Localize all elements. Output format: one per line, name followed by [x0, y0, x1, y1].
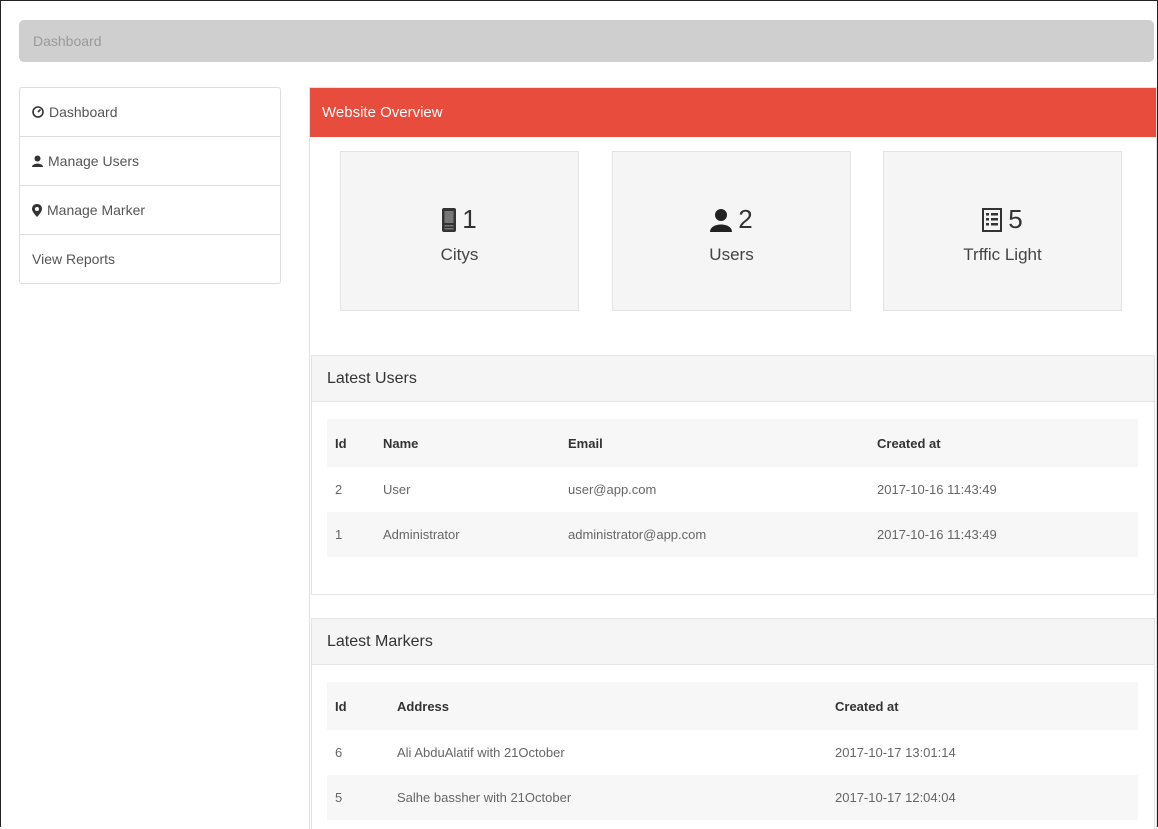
latest-users-panel: Latest Users Id Name Email Created at 2 … [311, 355, 1155, 595]
user-icon [710, 208, 733, 232]
user-icon [32, 155, 43, 167]
sidebar-item-label: Manage Marker [47, 202, 146, 218]
column-header: Name [382, 419, 567, 467]
table-header-row: Id Name Email Created at [327, 419, 1138, 467]
table-cell: 2 [335, 482, 343, 497]
table-cell: 1 [327, 512, 382, 557]
table-cell: 6 [335, 745, 343, 760]
table-cell: administrator@app.com [567, 512, 876, 557]
latest-markers-title: Latest Markers [312, 619, 1154, 665]
table-cell: user@app.com [568, 482, 657, 497]
sidebar: Dashboard Manage Users Manage Marker Vie… [19, 87, 281, 284]
column-header: Email [567, 419, 876, 467]
table-cell: 2017-10-17 13:01:14 [835, 745, 956, 760]
sidebar-item-manage-users[interactable]: Manage Users [20, 137, 280, 186]
stat-value: 2 [738, 204, 753, 234]
stat-card-citys: 1 Citys [340, 151, 579, 311]
table-cell: Salhe bassher with 21October [396, 775, 834, 820]
table-cell: Administrator [382, 512, 567, 557]
latest-users-table: Id Name Email Created at 2 User user@app… [327, 419, 1138, 557]
latest-markers-panel: Latest Markers Id Address Created at 6 A… [311, 618, 1155, 829]
column-header: Created at [834, 682, 1138, 730]
stat-card-traffic-light: 5 Trffic Light [883, 151, 1122, 311]
map-marker-icon [32, 203, 42, 217]
breadcrumb[interactable]: Dashboard [19, 20, 1154, 62]
sidebar-item-label: View Reports [32, 251, 116, 267]
column-header: Id [327, 419, 382, 467]
website-overview-panel: Website Overview 1 Citys 2 Users 5 Trffi… [309, 87, 1157, 829]
table-header-row: Id Address Created at [327, 682, 1138, 730]
table-row[interactable]: 1 Administrator administrator@app.com 20… [327, 512, 1138, 557]
list-icon [982, 207, 1003, 232]
stat-value: 1 [462, 204, 477, 234]
table-cell: Ali AbduAlatif with 21October [397, 745, 565, 760]
latest-markers-table: Id Address Created at 6 Ali AbduAlatif w… [327, 682, 1138, 820]
table-row[interactable]: 6 Ali AbduAlatif with 21October 2017-10-… [327, 730, 1138, 775]
stat-label: Trffic Light [963, 245, 1042, 264]
column-header: Address [396, 682, 834, 730]
table-cell: 2017-10-17 12:04:04 [834, 775, 1138, 820]
sidebar-item-view-reports[interactable]: View Reports [20, 235, 280, 283]
stat-value: 5 [1008, 204, 1023, 234]
stat-label: Citys [440, 245, 479, 264]
latest-users-title: Latest Users [312, 356, 1154, 402]
dashboard-icon [32, 106, 44, 118]
column-header: Created at [876, 419, 1138, 467]
sidebar-item-label: Dashboard [49, 104, 118, 120]
stat-label: Users [709, 245, 754, 264]
column-header: Id [327, 682, 396, 730]
phone-icon [442, 207, 457, 232]
table-cell: User [383, 482, 411, 497]
sidebar-item-dashboard[interactable]: Dashboard [20, 88, 280, 137]
panel-title: Website Overview [310, 88, 1156, 137]
table-cell: 5 [327, 775, 396, 820]
table-row[interactable]: 2 User user@app.com 2017-10-16 11:43:49 [327, 467, 1138, 512]
sidebar-item-manage-marker[interactable]: Manage Marker [20, 186, 280, 235]
stat-card-users: 2 Users [612, 151, 851, 311]
table-cell: 2017-10-16 11:43:49 [876, 512, 1138, 557]
table-row[interactable]: 5 Salhe bassher with 21October 2017-10-1… [327, 775, 1138, 820]
table-cell: 2017-10-16 11:43:49 [877, 482, 997, 497]
sidebar-item-label: Manage Users [48, 153, 140, 169]
